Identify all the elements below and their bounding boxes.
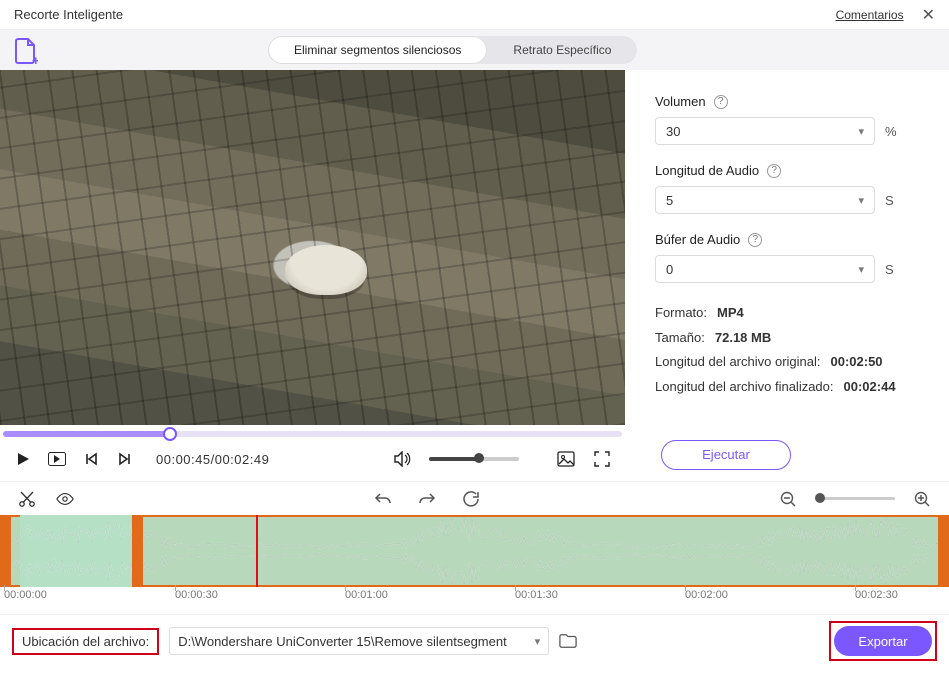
zoom-out-icon[interactable] — [779, 490, 797, 508]
volume-unit: % — [885, 124, 897, 139]
buffer-select[interactable]: 0▾ — [655, 255, 875, 283]
ruler-tick: 00:01:00 — [345, 589, 388, 601]
help-icon[interactable]: ? — [767, 164, 781, 178]
ruler-tick: 00:00:00 — [4, 589, 47, 601]
run-button[interactable]: Ejecutar — [661, 440, 791, 470]
audiolen-select[interactable]: 5▾ — [655, 186, 875, 214]
tab-remove-silent[interactable]: Eliminar segmentos silenciosos — [268, 36, 487, 64]
eye-icon[interactable] — [56, 490, 74, 508]
add-document-icon[interactable]: + — [14, 38, 38, 62]
play-icon[interactable] — [14, 450, 32, 468]
help-icon[interactable]: ? — [714, 95, 728, 109]
audiolen-label: Longitud de Audio — [655, 163, 759, 178]
orig-len-key: Longitud del archivo original: — [655, 350, 821, 375]
buffer-label: Búfer de Audio — [655, 232, 740, 247]
comments-link[interactable]: Comentarios — [836, 8, 904, 22]
zoom-in-icon[interactable] — [913, 490, 931, 508]
chevron-down-icon: ▾ — [535, 635, 541, 648]
timecode: 00:00:45/00:02:49 — [156, 452, 269, 467]
size-value: 72.18 MB — [715, 330, 771, 345]
final-len-key: Longitud del archivo finalizado: — [655, 375, 834, 400]
selection-region[interactable] — [0, 515, 20, 587]
selection-handle[interactable] — [938, 517, 948, 585]
open-folder-icon[interactable] — [559, 632, 577, 650]
scrub-bar[interactable] — [0, 425, 625, 437]
final-len-value: 00:02:44 — [844, 379, 896, 394]
ruler-tick: 00:02:30 — [855, 589, 898, 601]
volume-select[interactable]: 30▾ — [655, 117, 875, 145]
window-title: Recorte Inteligente — [14, 7, 123, 22]
fullscreen-icon[interactable] — [593, 450, 611, 468]
waveform[interactable] — [0, 515, 949, 587]
refresh-icon[interactable] — [462, 490, 480, 508]
volume-icon[interactable] — [393, 450, 411, 468]
volume-slider[interactable] — [429, 457, 519, 461]
playhead[interactable] — [256, 515, 258, 587]
file-path-select[interactable]: D:\Wondershare UniConverter 15\Remove si… — [169, 627, 549, 655]
size-key: Tamaño: — [655, 326, 705, 351]
ruler-tick: 00:01:30 — [515, 589, 558, 601]
cut-icon[interactable] — [18, 490, 36, 508]
zoom-slider[interactable] — [815, 497, 895, 500]
chevron-down-icon: ▾ — [858, 194, 864, 207]
help-icon[interactable]: ? — [748, 233, 762, 247]
audiolen-unit: S — [885, 193, 894, 208]
ruler-tick: 00:02:00 — [685, 589, 728, 601]
next-icon[interactable] — [116, 450, 134, 468]
buffer-unit: S — [885, 262, 894, 277]
tab-specific-portrait[interactable]: Retrato Específico — [487, 36, 637, 64]
redo-icon[interactable] — [418, 490, 436, 508]
volume-label: Volumen — [655, 94, 706, 109]
snapshot-icon[interactable] — [557, 450, 575, 468]
chevron-down-icon: ▾ — [858, 263, 864, 276]
selection-region[interactable] — [132, 515, 949, 587]
close-icon[interactable]: ✕ — [922, 5, 935, 25]
undo-icon[interactable] — [374, 490, 392, 508]
format-value: MP4 — [717, 305, 744, 320]
prev-icon[interactable] — [82, 450, 100, 468]
svg-text:+: + — [32, 53, 38, 64]
export-button[interactable]: Exportar — [834, 626, 932, 656]
play-next-icon[interactable] — [48, 450, 66, 468]
mode-tabs: Eliminar segmentos silenciosos Retrato E… — [268, 36, 637, 64]
chevron-down-icon: ▾ — [858, 125, 864, 138]
time-ruler: 00:00:00 00:00:30 00:01:00 00:01:30 00:0… — [0, 587, 949, 615]
ruler-tick: 00:00:30 — [175, 589, 218, 601]
selection-handle[interactable] — [133, 517, 143, 585]
selection-handle[interactable] — [1, 517, 11, 585]
format-key: Formato: — [655, 301, 707, 326]
video-preview[interactable] — [0, 70, 625, 425]
orig-len-value: 00:02:50 — [831, 354, 883, 369]
file-location-label: Ubicación del archivo: — [12, 628, 159, 655]
